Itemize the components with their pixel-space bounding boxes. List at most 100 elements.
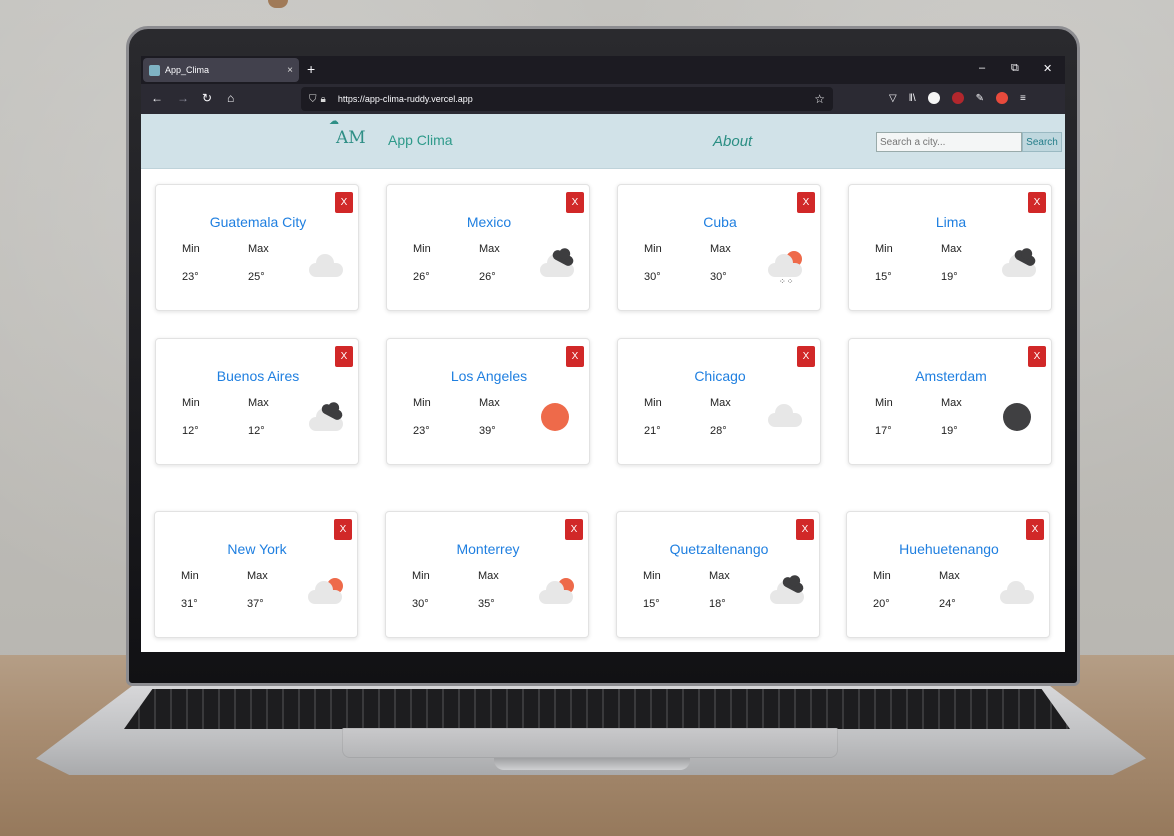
tab-close-icon[interactable]: × <box>287 65 293 76</box>
moon-icon <box>999 403 1043 443</box>
new-tab-button[interactable]: + <box>307 61 315 77</box>
about-link[interactable]: About <box>713 133 752 150</box>
forward-arrow-icon[interactable]: → <box>177 91 189 105</box>
shield-lock-icon[interactable]: ⛉🔒︎ <box>309 94 330 105</box>
dropper-icon[interactable]: ✎ <box>976 93 984 104</box>
max-temp: 30° <box>710 271 727 283</box>
city-card-grid: X Guatemala City Min Max 23° 25° X Mexic… <box>141 169 1065 652</box>
remove-city-button[interactable]: X <box>335 346 353 367</box>
remove-city-button[interactable]: X <box>1028 346 1046 367</box>
remove-city-button[interactable]: X <box>566 192 584 213</box>
city-name: Los Angeles <box>450 368 528 384</box>
min-temp: 15° <box>875 271 892 283</box>
city-name: Monterrey <box>456 541 520 557</box>
min-temp: 15° <box>643 598 660 610</box>
max-label: Max <box>941 243 962 255</box>
city-card: X Los Angeles Min Max 23° 39° <box>386 338 590 465</box>
min-temp: 30° <box>412 598 429 610</box>
min-label: Min <box>644 397 662 409</box>
pocket-icon[interactable]: ▽ <box>889 93 897 104</box>
min-label: Min <box>644 243 662 255</box>
city-card: X Huehuetenango Min Max 20° 24° <box>846 511 1050 638</box>
library-icon[interactable]: ‖\ <box>909 93 916 104</box>
city-card: X Lima Min Max 15° 19° <box>848 184 1052 311</box>
city-name: Chicago <box>694 368 746 384</box>
max-label: Max <box>247 570 268 582</box>
remove-city-button[interactable]: X <box>797 192 815 213</box>
home-icon[interactable]: ⌂ <box>227 91 234 105</box>
min-label: Min <box>873 570 891 582</box>
city-name: New York <box>227 541 287 557</box>
window-close-icon[interactable]: ✕ <box>1043 62 1052 75</box>
sun-icon <box>537 403 581 443</box>
max-temp: 35° <box>478 598 495 610</box>
broken-clouds-icon <box>999 248 1043 289</box>
remove-city-button[interactable]: X <box>797 346 815 367</box>
min-label: Min <box>182 243 200 255</box>
extension-color-icon[interactable] <box>996 92 1009 104</box>
remove-city-button[interactable]: X <box>335 192 353 213</box>
ublock-icon[interactable] <box>951 92 964 104</box>
bookmark-star-icon[interactable]: ☆ <box>814 92 825 106</box>
favicon-icon <box>149 64 160 76</box>
laptop-trackpad <box>342 728 838 758</box>
city-search-input[interactable] <box>876 132 1022 152</box>
back-arrow-icon[interactable]: ← <box>151 91 163 105</box>
city-card: X Cuba Min Max 30° 30° ⁘⁘ <box>617 184 821 311</box>
app-name[interactable]: App Clima <box>388 132 453 148</box>
max-temp: 19° <box>941 271 958 283</box>
max-label: Max <box>710 397 731 409</box>
remove-city-button[interactable]: X <box>334 519 352 540</box>
menu-icon[interactable]: ≡ <box>1020 93 1026 104</box>
app-logo[interactable]: ☁ AM <box>329 116 375 167</box>
max-label: Max <box>709 570 730 582</box>
min-temp: 23° <box>182 271 199 283</box>
browser-tab-bar: App_Clima × + – ⧉ ✕ <box>141 56 1065 84</box>
broken-clouds-icon <box>306 402 350 443</box>
city-card: X Chicago Min Max 21° 28° <box>617 338 821 465</box>
restore-icon[interactable]: ⧉ <box>1011 62 1019 75</box>
city-card: X Buenos Aires Min Max 12° 12° <box>155 338 359 465</box>
min-temp: 23° <box>413 425 430 437</box>
max-label: Max <box>248 243 269 255</box>
max-label: Max <box>478 570 499 582</box>
city-name: Buenos Aires <box>216 368 300 384</box>
cloud-icon <box>997 576 1041 616</box>
city-card: X Amsterdam Min Max 17° 19° <box>848 338 1052 465</box>
remove-city-button[interactable]: X <box>565 519 583 540</box>
max-temp: 24° <box>939 598 956 610</box>
laptop-lid-notch <box>494 758 690 770</box>
max-label: Max <box>939 570 960 582</box>
city-card: X New York Min Max 31° 37° <box>154 511 358 638</box>
max-label: Max <box>941 397 962 409</box>
rain-sun-icon: ⁘⁘ <box>768 249 812 289</box>
app-page: ☁ AM App Clima About Search X Guatemala … <box>141 114 1065 652</box>
remove-city-button[interactable]: X <box>1028 192 1046 213</box>
reload-icon[interactable]: ↻ <box>202 91 212 105</box>
logo-cloud-icon: ☁ <box>329 116 339 127</box>
min-temp: 12° <box>182 425 199 437</box>
max-temp: 19° <box>941 425 958 437</box>
minimize-icon[interactable]: – <box>979 62 985 74</box>
cloud-icon <box>306 249 350 289</box>
broken-clouds-icon <box>767 575 811 616</box>
remove-city-button[interactable]: X <box>566 346 584 367</box>
browser-tab[interactable]: App_Clima × <box>143 58 299 82</box>
app-header: ☁ AM App Clima About Search <box>141 114 1065 169</box>
remove-city-button[interactable]: X <box>796 519 814 540</box>
browser-toolbar-icons: ▽ ‖\ ✎ ≡ <box>889 92 1026 104</box>
remove-city-button[interactable]: X <box>1026 519 1044 540</box>
city-card: X Quetzaltenango Min Max 15° 18° <box>616 511 820 638</box>
url-text: https://app-clima-ruddy.vercel.app <box>337 94 473 104</box>
max-temp: 28° <box>710 425 727 437</box>
extension-a-icon[interactable] <box>927 92 940 104</box>
tab-title: App_Clima <box>165 65 210 75</box>
address-bar[interactable]: ⛉🔒︎ https://app-clima-ruddy.vercel.app ☆ <box>301 87 833 111</box>
min-label: Min <box>182 397 200 409</box>
min-label: Min <box>412 570 430 582</box>
max-temp: 25° <box>248 271 265 283</box>
city-name: Lima <box>935 214 967 230</box>
search-button[interactable]: Search <box>1022 132 1062 152</box>
partly-cloudy-icon <box>305 576 349 616</box>
city-name: Guatemala City <box>209 214 307 230</box>
